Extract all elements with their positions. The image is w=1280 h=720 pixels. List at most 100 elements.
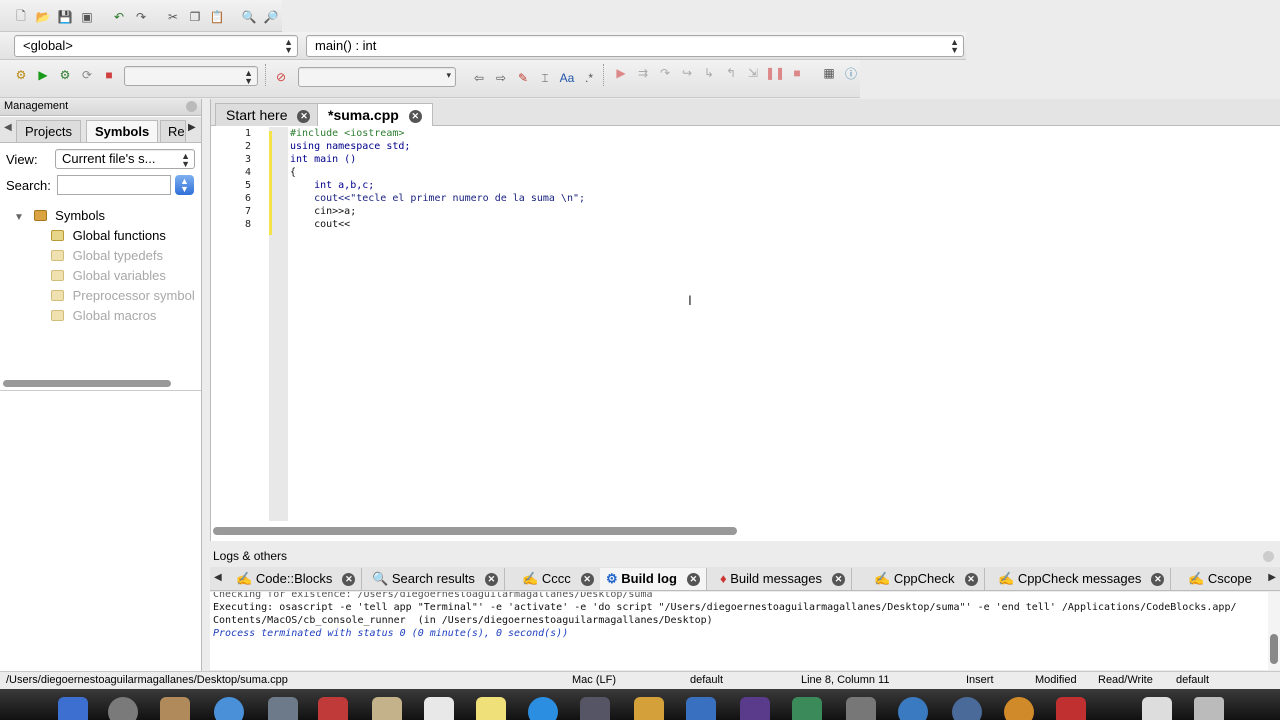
tree-item-preprocessor-symbols[interactable]: Preprocessor symbol — [51, 288, 201, 303]
close-tab-icon[interactable]: ✕ — [297, 110, 311, 123]
scope-combo[interactable]: <global> ▲ ▼ — [14, 35, 298, 57]
save-all-icon[interactable]: ▣ — [78, 8, 96, 26]
step-into-instruction-icon[interactable]: ⇲ — [744, 64, 762, 82]
regex-icon[interactable]: .* — [580, 69, 598, 87]
tab-cppcheck[interactable]: ✍ CppCheck ✕ — [868, 568, 985, 590]
highlight-icon[interactable]: ✎ — [514, 69, 532, 87]
tab-projects[interactable]: Projects — [16, 120, 81, 142]
build-log-output[interactable]: Checking for existence: /Users/diegoerne… — [210, 592, 1268, 670]
close-tab-icon[interactable]: ✕ — [484, 573, 498, 586]
imovie-icon[interactable] — [740, 697, 770, 720]
code-line[interactable]: cin>>a; — [290, 206, 356, 217]
view-combo[interactable]: Current file's s... ▲ ▼ — [55, 149, 195, 169]
editor-hscroll[interactable] — [211, 526, 1280, 536]
code-line[interactable]: #include <iostream> — [290, 128, 404, 139]
debug-start-icon[interactable]: ▶ — [612, 64, 630, 82]
run-to-cursor-icon[interactable]: ⇉ — [634, 64, 652, 82]
tab-scroll-right-icon[interactable]: ▶ — [188, 122, 196, 133]
tab-start-here[interactable]: Start here ✕ — [215, 103, 322, 126]
tree-item-global-typedefs[interactable]: Global typedefs — [51, 248, 163, 263]
stop-debugger-icon[interactable]: ■ — [788, 64, 806, 82]
build-gear-icon[interactable]: ⚙ — [12, 66, 30, 84]
ibooks-icon[interactable] — [1004, 697, 1034, 720]
code-line[interactable]: { — [290, 167, 296, 178]
code-line[interactable]: cout<< — [290, 219, 350, 230]
debug-icon[interactable]: ⊘ — [272, 68, 290, 86]
tab-codeblocks[interactable]: ✍ Code::Blocks ✕ — [230, 568, 363, 590]
notes-icon[interactable] — [476, 697, 506, 720]
new-file-icon[interactable]: 🗋 — [12, 8, 30, 26]
mail-icon[interactable] — [268, 697, 298, 720]
log-vscroll[interactable] — [1268, 592, 1280, 670]
tab-scroll-right-icon[interactable]: ▶ — [1268, 572, 1276, 583]
finder-icon[interactable] — [58, 697, 88, 720]
facetime-icon[interactable] — [580, 697, 610, 720]
find-icon[interactable]: 🔍 — [240, 8, 258, 26]
run-icon[interactable]: ▶ — [34, 66, 52, 84]
app-store-icon[interactable] — [898, 697, 928, 720]
trash-icon[interactable] — [1194, 697, 1224, 720]
log-vscroll-thumb[interactable] — [1270, 634, 1278, 664]
match-case-icon[interactable]: ⌶ — [536, 69, 554, 87]
calendar-icon[interactable] — [318, 697, 348, 720]
tab-resources[interactable]: Re — [160, 120, 186, 142]
search-text-combo[interactable]: ▾ — [298, 67, 456, 87]
messages-icon[interactable] — [528, 697, 558, 720]
jump-back-icon[interactable]: ⇦ — [470, 69, 488, 87]
tab-cccc[interactable]: ✍ Cccc ✕ — [516, 568, 601, 590]
paste-icon[interactable]: 📋 — [208, 8, 226, 26]
open-file-icon[interactable]: 📂 — [34, 8, 52, 26]
close-tab-icon[interactable]: ✕ — [686, 573, 700, 586]
save-icon[interactable]: 💾 — [56, 8, 74, 26]
tab-search-results[interactable]: 🔍 Search results ✕ — [366, 568, 505, 590]
break-debugger-icon[interactable]: ❚❚ — [765, 64, 785, 82]
close-tab-icon[interactable]: ✕ — [964, 573, 978, 586]
symbols-tree-root[interactable]: ▼ Symbols — [14, 208, 105, 223]
xcode-icon[interactable] — [846, 697, 876, 720]
close-tab-icon[interactable]: ✕ — [1151, 573, 1165, 586]
tab-scroll-left-icon[interactable]: ◀ — [4, 122, 12, 133]
step-into-icon[interactable]: ↳ — [700, 64, 718, 82]
tree-item-global-functions[interactable]: Global functions — [51, 228, 166, 243]
function-combo[interactable]: main() : int ▲ ▼ — [306, 35, 964, 57]
step-out-icon[interactable]: ↰ — [722, 64, 740, 82]
tab-cscope[interactable]: ✍ Cscope — [1182, 568, 1258, 590]
close-tab-icon[interactable]: ✕ — [408, 110, 422, 123]
tab-cppcheck-messages[interactable]: ✍ CppCheck messages ✕ — [992, 568, 1172, 590]
codeblocks-icon[interactable] — [1056, 697, 1086, 720]
replace-icon[interactable]: 🔎 — [262, 8, 280, 26]
tab-build-log[interactable]: ⚙ Build log ✕ — [600, 568, 707, 590]
code-line[interactable]: int a,b,c; — [290, 180, 374, 191]
safari-icon[interactable] — [214, 697, 244, 720]
redo-icon[interactable]: ↷ — [132, 8, 150, 26]
code-line[interactable]: int main () — [290, 154, 356, 165]
symbol-search-input[interactable] — [57, 175, 171, 195]
tab-scroll-left-icon[interactable]: ◀ — [214, 572, 222, 583]
build-and-run-icon[interactable]: ⚙ — [56, 66, 74, 84]
rebuild-icon[interactable]: ⟳ — [78, 66, 96, 84]
splitter[interactable] — [0, 390, 201, 391]
mission-control-icon[interactable] — [160, 697, 190, 720]
info-icon[interactable]: ⓘ — [842, 64, 860, 82]
itunes-icon[interactable] — [952, 697, 982, 720]
whole-word-icon[interactable]: Aa — [558, 69, 576, 87]
next-instruction-icon[interactable]: ↪ — [678, 64, 696, 82]
build-target-combo[interactable]: ▲ ▼ — [124, 66, 258, 86]
tab-build-messages[interactable]: ♦ Build messages ✕ — [714, 568, 853, 590]
close-tab-icon[interactable]: ✕ — [580, 573, 594, 586]
tab-suma-cpp[interactable]: *suma.cpp ✕ — [317, 103, 433, 126]
close-tab-icon[interactable]: ✕ — [832, 573, 846, 586]
next-line-icon[interactable]: ↷ — [656, 64, 674, 82]
tree-hscroll-thumb[interactable] — [3, 380, 171, 387]
tab-symbols[interactable]: Symbols — [86, 120, 159, 142]
search-options-button[interactable]: ▲ ▼ — [175, 175, 194, 195]
code-line[interactable]: using namespace std; — [290, 141, 410, 152]
iphoto-icon[interactable] — [686, 697, 716, 720]
cut-icon[interactable]: ✂ — [164, 8, 182, 26]
contacts-icon[interactable] — [372, 697, 402, 720]
code-line[interactable]: cout<<"tecle el primer numero de la suma… — [290, 193, 585, 204]
photo-booth-icon[interactable] — [634, 697, 664, 720]
documents-stack-icon[interactable] — [1142, 697, 1172, 720]
expand-arrow-icon[interactable]: ▼ — [14, 212, 24, 223]
close-tab-icon[interactable]: ✕ — [342, 573, 356, 586]
